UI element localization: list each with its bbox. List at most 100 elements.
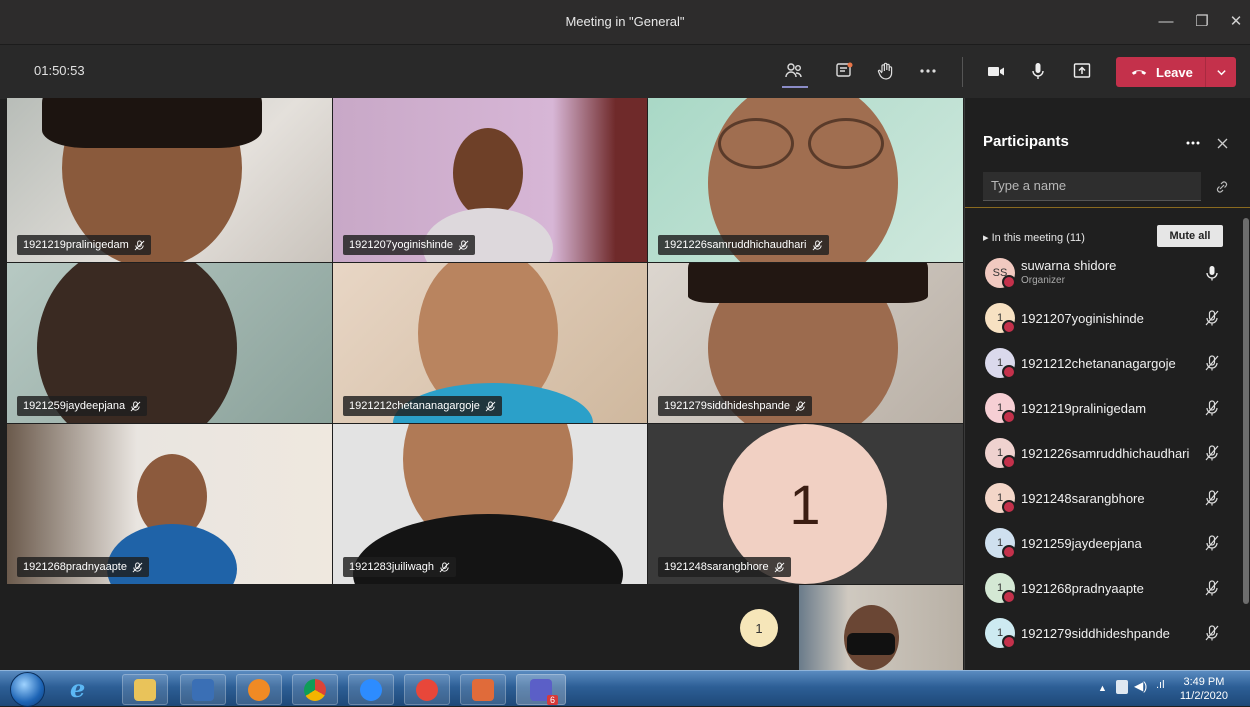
video-tile[interactable]: 1921283juiliwagh	[333, 424, 647, 584]
avatar: 1	[985, 303, 1016, 334]
mic-on-icon[interactable]	[1203, 264, 1221, 282]
video-tile[interactable]: 1921259jaydeepjana	[7, 263, 332, 423]
media-player-icon[interactable]	[180, 674, 226, 705]
avatar: 1	[985, 528, 1016, 559]
action-center-icon[interactable]	[1116, 680, 1128, 694]
video-tile[interactable]: 1921279siddhideshpande	[648, 263, 963, 423]
participant-video	[453, 128, 523, 218]
panel-divider	[965, 207, 1250, 208]
clock-time: 3:49 PM	[1183, 676, 1225, 688]
leave-button[interactable]: Leave	[1116, 57, 1236, 87]
mic-off-icon[interactable]	[1203, 444, 1221, 462]
participant-name: 1921207yoginishinde	[1021, 311, 1144, 326]
participant-glasses	[808, 118, 884, 169]
participant-row[interactable]: 1 1921268pradnyaapte	[985, 568, 1225, 608]
mic-off-icon[interactable]	[1203, 534, 1221, 552]
video-name-badge: 1921219pralinigedam	[17, 235, 151, 255]
mic-off-icon[interactable]	[1203, 354, 1221, 372]
participant-row[interactable]: 1 1921226samruddhichaudhari	[985, 433, 1225, 473]
network-signal-icon[interactable]: .ıl	[1156, 679, 1165, 691]
mic-off-icon	[132, 561, 143, 572]
mic-off-icon[interactable]	[1203, 579, 1221, 597]
video-name-badge: 1921207yoginishinde	[343, 235, 475, 255]
mic-off-icon[interactable]	[1203, 309, 1221, 327]
file-explorer-icon[interactable]	[122, 674, 168, 705]
participant-name: 1921259jaydeepjana	[1021, 536, 1142, 551]
avatar: 1	[985, 618, 1016, 649]
start-button[interactable]	[10, 672, 45, 707]
mute-all-button[interactable]: Mute all	[1157, 225, 1223, 247]
close-panel-icon[interactable]	[1217, 138, 1228, 149]
participant-row[interactable]: 1 1921248sarangbhore	[985, 478, 1225, 518]
firefox-icon[interactable]	[236, 674, 282, 705]
participants-icon[interactable]	[780, 58, 808, 84]
show-hidden-icons[interactable]: ▲	[1098, 683, 1107, 693]
mic-off-icon	[795, 400, 806, 411]
window-title: Meeting in "General"	[565, 14, 685, 29]
video-tile[interactable]: 1921226samruddhichaudhari	[648, 98, 963, 262]
video-name: 1921283juiliwagh	[349, 561, 435, 573]
status-dot	[1002, 320, 1016, 334]
close-window-button[interactable]: ✕	[1222, 8, 1250, 36]
leave-options-button[interactable]	[1205, 57, 1236, 87]
panel-scrollbar[interactable]	[1243, 218, 1249, 604]
participant-row[interactable]: 1 1921212chetananagargoje	[985, 343, 1225, 383]
self-video-preview	[799, 585, 963, 670]
section-label: In this meeting (11)	[991, 232, 1085, 244]
status-dot	[1002, 410, 1016, 424]
volume-icon[interactable]: ◀)	[1134, 679, 1147, 693]
mic-off-icon[interactable]	[1203, 489, 1221, 507]
video-name-badge: 1921268pradnyaapte	[17, 557, 149, 577]
participant-row[interactable]: SS suwarna shidore Organizer	[985, 253, 1225, 293]
video-tile[interactable]: 1921212chetananagargoje	[333, 263, 647, 423]
taskbar-clock[interactable]: 3:49 PM 11/2/2020	[1180, 675, 1228, 703]
toolbar-separator	[962, 57, 963, 87]
mic-off-icon	[485, 400, 496, 411]
maximize-button[interactable]: ❐	[1188, 8, 1216, 36]
camera-icon[interactable]	[982, 58, 1010, 84]
video-tile[interactable]: 1 1921248sarangbhore	[648, 424, 963, 584]
chrome-icon[interactable]	[292, 674, 338, 705]
participant-search[interactable]	[983, 172, 1201, 201]
mic-icon[interactable]	[1024, 58, 1052, 84]
video-name-badge: 1921283juiliwagh	[343, 557, 457, 577]
internet-explorer-icon[interactable]: e	[70, 674, 85, 703]
status-dot	[1002, 455, 1016, 469]
in-meeting-section[interactable]: ▸ In this meeting (11)	[983, 231, 1085, 244]
participant-name: 1921248sarangbhore	[1021, 491, 1145, 506]
meeting-timer: 01:50:53	[34, 63, 85, 78]
video-tile[interactable]: 1921219pralinigedam	[7, 98, 332, 262]
search-input[interactable]	[983, 172, 1199, 199]
status-dot	[1002, 365, 1016, 379]
video-name: 1921207yoginishinde	[349, 239, 453, 251]
participant-row[interactable]: 1 1921279siddhideshpande	[985, 613, 1225, 653]
mic-off-icon[interactable]	[1203, 624, 1221, 642]
panel-more-icon[interactable]	[1185, 138, 1201, 148]
video-tile[interactable]: 1921268pradnyaapte	[7, 424, 332, 584]
meeting-toolbar: 01:50:53 Leave	[0, 44, 1250, 99]
raise-hand-icon[interactable]	[872, 58, 900, 84]
avatar: 1	[985, 393, 1016, 424]
video-name: 1921219pralinigedam	[23, 239, 129, 251]
video-tile[interactable]: 1921207yoginishinde	[333, 98, 647, 262]
share-link-icon[interactable]	[1215, 180, 1229, 194]
participant-row[interactable]: 1 1921219pralinigedam	[985, 388, 1225, 428]
zoom-icon[interactable]	[348, 674, 394, 705]
windows-taskbar: e 6 ▲ ◀) .ıl 3:49 PM 11/2/2020	[0, 670, 1250, 707]
presentation-app-icon[interactable]	[460, 674, 506, 705]
participant-row[interactable]: 1 1921259jaydeepjana	[985, 523, 1225, 563]
mic-off-icon[interactable]	[1203, 399, 1221, 417]
minimize-button[interactable]: —	[1152, 8, 1180, 36]
participant-name: 1921268pradnyaapte	[1021, 581, 1144, 596]
more-actions-icon[interactable]	[914, 58, 942, 84]
participants-panel: Participants ▸ In this meeting (11) Mute…	[964, 98, 1250, 670]
active-tab-indicator	[782, 86, 808, 88]
chat-icon[interactable]	[830, 58, 858, 84]
panel-title: Participants	[983, 133, 1069, 150]
share-icon[interactable]	[1068, 58, 1096, 84]
screen-recorder-icon[interactable]	[404, 674, 450, 705]
participant-row[interactable]: 1 1921207yoginishinde	[985, 298, 1225, 338]
video-name-badge: 1921226samruddhichaudhari	[658, 235, 829, 255]
overflow-participants-badge[interactable]: 1	[740, 609, 778, 647]
teams-icon[interactable]: 6	[516, 674, 566, 705]
